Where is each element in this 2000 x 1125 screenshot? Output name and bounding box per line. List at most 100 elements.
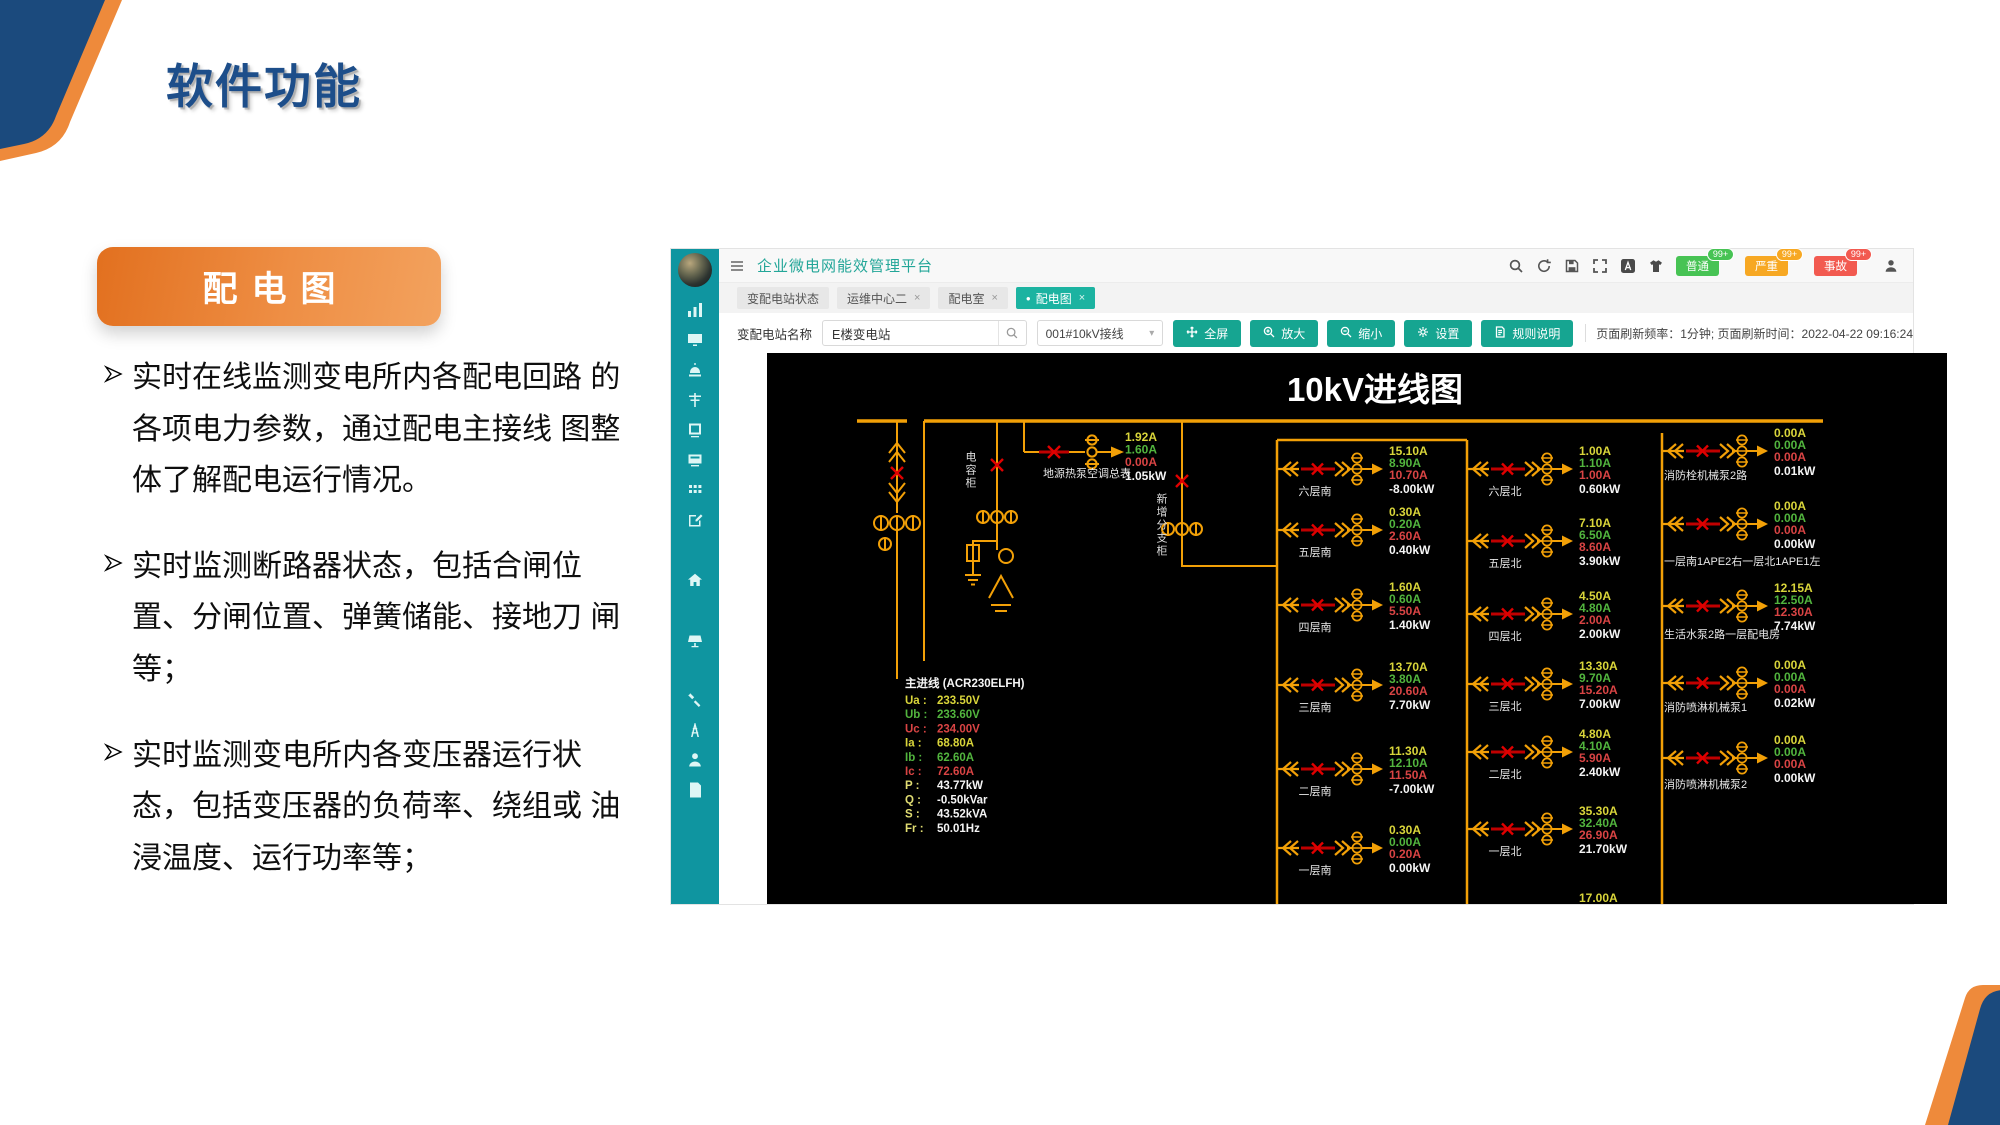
slide: 软件功能 配电图 实时在线监测变电所内各配电回路 的各项电力参数，通过配电主接线… [0,0,2000,1125]
feeder-value: -7.00kW [1389,782,1435,796]
main-incoming-value: 68.80A [937,738,974,750]
power-tower-icon[interactable] [686,721,704,739]
chevron-down-icon: ▾ [1149,328,1154,339]
alarm-count-bubble: 99+ [1845,248,1872,261]
tab-close-icon[interactable]: × [914,292,920,304]
user-icon[interactable] [686,751,704,769]
tab-close-icon[interactable]: × [991,292,997,304]
feeder-value: 10.70A [1389,468,1428,482]
search-icon[interactable] [1508,258,1524,274]
capacitor-cabinet-label: 电容柜 [964,451,975,490]
feeder-value: 20.60A [1389,684,1428,698]
menu-toggle-icon[interactable] [729,258,745,274]
report-icon[interactable] [686,781,704,799]
feeder: 消防喷淋机械泵20.00A0.00A0.00A0.00kW [1662,733,1816,791]
bar-chart-icon[interactable] [686,301,704,319]
refresh-icon[interactable] [1536,258,1552,274]
station-search-value: E楼变电站 [832,324,890,343]
substation-icon[interactable] [686,391,704,409]
app-logo [678,253,712,287]
bus-and-wiring [857,421,1823,904]
main-incoming-label: Fr : [905,823,924,835]
toolbar-button-doc[interactable]: 规则说明 [1481,320,1573,347]
main-incoming-value: 233.60V [937,709,980,721]
home-icon[interactable] [686,571,704,589]
feeder-value: 7.74kW [1774,619,1816,633]
feeder: 五层南0.30A0.20A2.60A0.40kW [1277,505,1431,559]
toolbar-button-zoom-in[interactable]: 放大 [1250,320,1318,347]
monitor-icon[interactable] [686,331,704,349]
main-incoming-label: Q : [905,794,921,806]
gear-icon [1417,326,1429,341]
translate-icon[interactable] [1620,258,1636,274]
feeder-value: 26.90A [1579,828,1618,842]
diagram-canvas[interactable]: 10kV进线图 [767,353,1947,904]
alarm-count-bubble: 99+ [1707,248,1734,261]
feeder: 三层北13.30A9.70A15.20A7.00kW [1467,659,1621,713]
toolbar-divider [1585,324,1586,342]
main-incoming-label: Ua : [905,695,927,707]
feeder-label: 一层南1APE2右一层北1APE1左 [1664,554,1821,568]
toolbar-button-label: 放大 [1281,325,1305,342]
search-icon[interactable] [998,321,1026,345]
alarm-badge[interactable]: 普通99+ [1676,256,1719,276]
bullet-text: 实时监测断路器状态，包括合闸位 置、分闸位置、弹簧储能、接地刀 闸等； [132,541,632,696]
line-select[interactable]: 001#10kV接线 ▾ [1037,320,1164,346]
feeder-value: 7.70kW [1389,698,1431,712]
move-icon [1186,326,1198,341]
theme-icon[interactable] [1648,258,1664,274]
feeder: 六层北1.00A1.10A1.00A0.60kW [1467,444,1621,498]
toolbar-button-zoom-out[interactable]: 缩小 [1327,320,1395,347]
bullet-arrow-icon [104,364,132,507]
fullscreen-icon[interactable] [1592,258,1608,274]
inspection-icon[interactable] [686,421,704,439]
feeder-label: 二层北 [1489,768,1522,781]
feeder-label: 生活水泵2路一层配电房 [1664,627,1780,641]
app-header: 企业微电网能效管理平台 普通99+ 严重99+ 事故99+ [719,249,1913,283]
tab-close-icon[interactable]: × [1079,292,1085,304]
feeder-label: 二层南 [1299,785,1332,798]
toolbar-button-gear[interactable]: 设置 [1404,320,1472,347]
tab-item[interactable]: 变配电站状态 [737,287,829,309]
edit-icon[interactable] [686,511,704,529]
feeder-value: 0.01kW [1774,464,1816,478]
feeder-value: 2.60A [1389,529,1421,543]
station-search-input[interactable]: E楼变电站 [822,320,1027,346]
page-title: 软件功能 [166,48,362,117]
tab-label: 运维中心二 [847,290,907,307]
main-incoming-label: Ub : [905,709,927,721]
app-title: 企业微电网能效管理平台 [757,255,933,276]
tab-item[interactable]: 配电室× [938,287,1007,309]
toolbar-button-move[interactable]: 全屏 [1173,320,1241,347]
alarm-icon[interactable] [686,361,704,379]
feeder-value: 7.00kW [1579,697,1621,711]
main-incoming-value: 234.00V [937,723,980,735]
hvac-value: 1.05kW [1125,469,1167,483]
panel-grid-icon[interactable] [686,481,704,499]
feeder-label: 四层南 [1299,621,1332,634]
card-reader-icon[interactable] [686,451,704,469]
bullet-arrow-icon [104,553,132,696]
tab-label: 配电图 [1036,290,1072,307]
main-incoming-value: 72.60A [937,766,974,778]
flow-arrow [1111,447,1124,458]
tools-icon[interactable] [686,691,704,709]
alarm-badge[interactable]: 事故99+ [1814,256,1857,276]
tab-item[interactable]: 运维中心二 × [837,287,930,309]
feeder-value: 0.00A [1774,450,1806,464]
feeder: 五层北7.10A6.50A8.60A3.90kW [1467,516,1621,570]
main-incoming-value: -0.50kVar [937,794,988,806]
user-icon[interactable] [1883,258,1899,274]
feeder-label: 三层南 [1299,701,1332,714]
toolbar-button-label: 规则说明 [1512,325,1560,342]
save-icon[interactable] [1564,258,1580,274]
feeder: 二层北4.80A4.10A5.90A2.40kW [1467,727,1621,781]
tab-active[interactable]: ●配电图× [1016,287,1095,309]
feeder: 四层南1.60A0.60A5.50A1.40kW [1277,580,1431,634]
feeder-value: 0.00kW [1389,861,1431,875]
alarm-badge[interactable]: 严重99+ [1745,256,1788,276]
solar-panel-icon[interactable] [686,631,704,649]
single-line-diagram: 10kV进线图 [767,353,1947,904]
sidebar-nav [686,301,704,811]
feeder-value: 5.50A [1389,604,1421,618]
